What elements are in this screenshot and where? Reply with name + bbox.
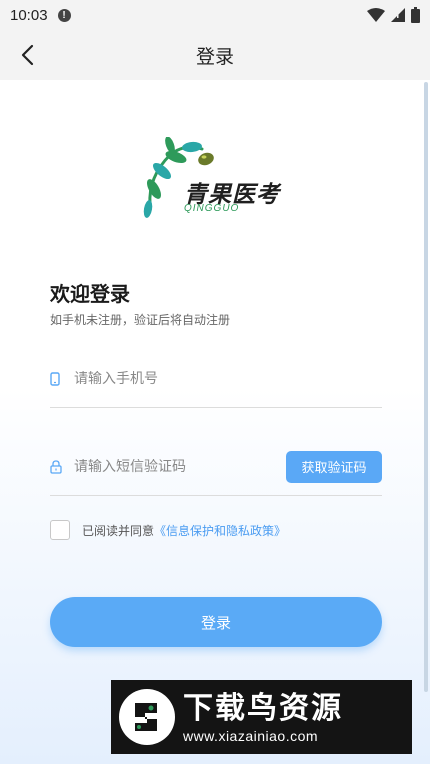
bird-logo-icon	[119, 689, 175, 745]
brand-name-en: QINGGUO	[184, 203, 240, 214]
brand-logo: 青果医考 QINGGUO	[140, 136, 300, 223]
agreement-checkbox[interactable]	[50, 520, 70, 540]
login-button[interactable]: 登录	[50, 597, 382, 647]
sms-code-input[interactable]	[74, 458, 286, 475]
phone-icon	[50, 368, 72, 390]
code-field-row: 获取验证码	[50, 438, 382, 496]
welcome-title: 欢迎登录	[50, 282, 130, 306]
welcome-subtitle: 如手机未注册，验证后将自动注册	[50, 313, 231, 327]
scrollbar[interactable]	[424, 82, 428, 692]
get-code-button[interactable]: 获取验证码	[286, 450, 382, 483]
wifi-icon	[367, 8, 385, 22]
status-icons	[367, 7, 420, 23]
back-button[interactable]	[14, 42, 40, 68]
phone-input[interactable]	[74, 370, 382, 387]
page-title: 登录	[195, 45, 234, 68]
lock-icon	[50, 456, 72, 478]
privacy-policy-link[interactable]: 《信息保护和隐私政策》	[154, 522, 286, 539]
app-header: 登录	[0, 30, 430, 80]
chevron-left-icon	[21, 44, 34, 66]
watermark-banner: 下载鸟资源 www.xiazainiao.com	[111, 680, 412, 754]
signal-icon	[391, 8, 405, 22]
phone-field-row	[50, 350, 382, 408]
notification-alert-icon: !	[57, 8, 71, 22]
agreement-row: 已阅读并同意 《信息保护和隐私政策》	[50, 519, 286, 541]
status-bar: 10:03 !	[0, 0, 430, 30]
watermark-title: 下载鸟资源	[183, 691, 343, 726]
battery-icon	[411, 7, 420, 23]
agreement-text: 已阅读并同意	[82, 523, 155, 538]
watermark-url: www.xiazainiao.com	[183, 728, 319, 744]
status-time: 10:03	[10, 6, 48, 24]
